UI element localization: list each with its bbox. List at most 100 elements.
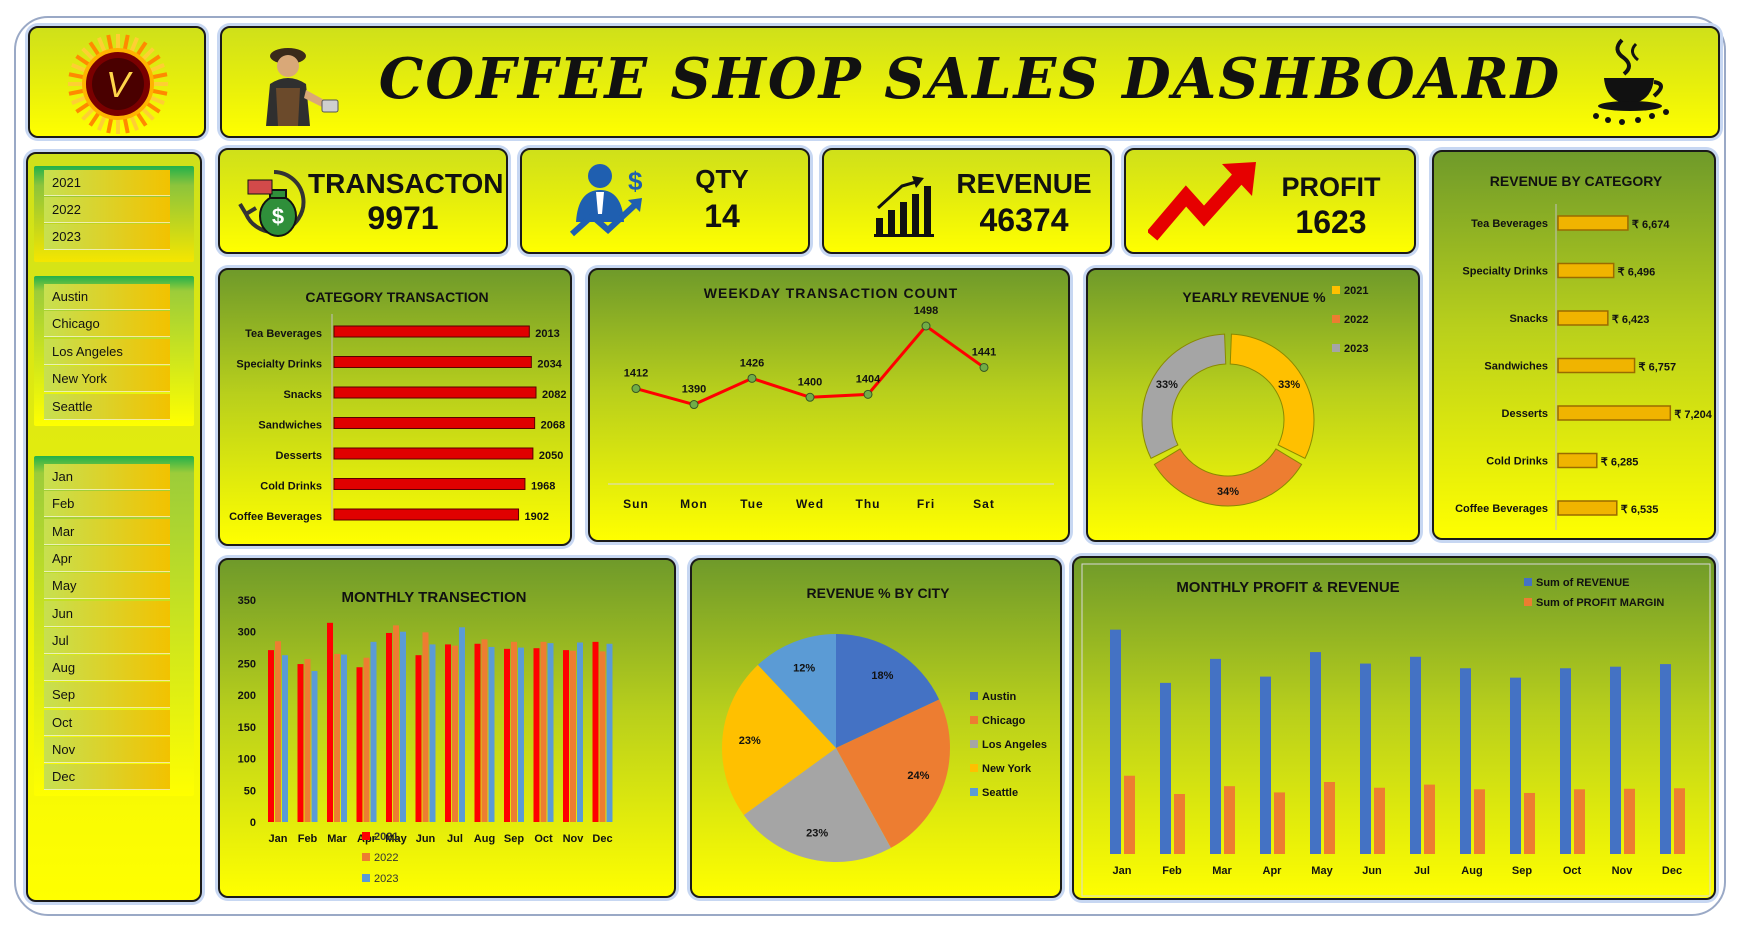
- data-label: 23%: [739, 735, 761, 747]
- data-label: 1902: [525, 511, 549, 523]
- bar: [311, 671, 318, 822]
- bar: [599, 651, 606, 822]
- legend-swatch: [970, 740, 978, 748]
- bar: [1510, 677, 1521, 854]
- slicer-city-new-york[interactable]: New York: [44, 366, 170, 393]
- bar: [1360, 663, 1371, 854]
- bar: [333, 508, 520, 521]
- x-tick-label: Dec: [1662, 865, 1682, 877]
- bar: [1557, 310, 1609, 326]
- data-label: 2082: [542, 389, 566, 401]
- x-tick-label: Mar: [1212, 865, 1232, 877]
- bar: [1374, 787, 1385, 854]
- bar: [422, 632, 429, 822]
- legend-label: 2023: [1344, 343, 1368, 355]
- category-label: Desserts: [276, 450, 322, 462]
- legend-swatch: [1332, 344, 1340, 352]
- weekday-transaction-panel: WEEKDAY TRANSACTION COUNT 1412 Sun 1390 Mon 1…: [588, 268, 1070, 542]
- bar: [282, 655, 288, 822]
- bar: [563, 650, 569, 822]
- slicer-month-jun[interactable]: Jun: [44, 600, 170, 627]
- slicer-month-dec[interactable]: Dec: [44, 764, 170, 791]
- category-label: Cold Drinks: [260, 481, 322, 493]
- slicer-year-2021[interactable]: 2021: [44, 170, 170, 196]
- x-tick-label: Sun: [623, 497, 649, 511]
- slicer-city-austin[interactable]: Austin: [44, 284, 170, 310]
- bar: [1624, 788, 1635, 854]
- x-tick-label: Sep: [1512, 865, 1532, 877]
- category-label: Tea Beverages: [1471, 218, 1548, 230]
- slicer-month-mar[interactable]: Mar: [44, 518, 170, 545]
- slicer-month-oct[interactable]: Oct: [44, 709, 170, 736]
- bar: [570, 650, 576, 822]
- data-label: 1390: [682, 384, 706, 396]
- chart-title: CATEGORY TRANSACTION: [305, 289, 488, 305]
- data-label: ₹ 6,674: [1632, 219, 1670, 231]
- data-label: 2034: [537, 359, 562, 371]
- y-tick-label: 100: [238, 754, 256, 766]
- bar: [341, 654, 347, 822]
- bar: [1124, 775, 1135, 854]
- x-tick-label: Tue: [740, 497, 763, 511]
- slicer-year-2023[interactable]: 2023: [44, 224, 170, 250]
- legend-label: Seattle: [982, 787, 1018, 799]
- slicer-city-seattle[interactable]: Seattle: [44, 393, 170, 420]
- bar: [356, 667, 363, 822]
- bar: [481, 639, 488, 822]
- kpi-transaction-value: 9971: [367, 200, 439, 236]
- data-label: 1426: [740, 357, 764, 369]
- slicer-month-feb[interactable]: Feb: [44, 491, 170, 518]
- bar: [333, 386, 537, 399]
- legend-swatch: [970, 788, 978, 796]
- x-tick-label: Jul: [1414, 865, 1430, 877]
- x-tick-label: Jan: [1113, 865, 1132, 877]
- legend-swatch: [362, 874, 370, 882]
- y-tick-label: 200: [238, 690, 256, 702]
- data-point: [863, 389, 873, 399]
- bar: [547, 643, 554, 822]
- x-tick-label: Jul: [447, 833, 463, 845]
- legend-label: 2021: [1344, 285, 1368, 297]
- chart-title: YEARLY REVENUE %: [1182, 289, 1326, 305]
- data-point: [921, 321, 931, 331]
- y-tick-label: 350: [238, 595, 256, 607]
- x-tick-label: Sat: [973, 497, 995, 511]
- bar: [511, 641, 517, 822]
- x-tick-label: Nov: [563, 833, 585, 845]
- category-label: Snacks: [283, 389, 322, 401]
- bar: [1560, 668, 1571, 854]
- bar: [533, 648, 540, 822]
- slicer-month-apr[interactable]: Apr: [44, 545, 170, 572]
- x-tick-label: Feb: [298, 833, 318, 845]
- revenue-by-category-panel: REVENUE BY CATEGORY Tea Beverages ₹ 6,674 S…: [1432, 150, 1716, 540]
- category-label: Desserts: [1502, 408, 1548, 420]
- slicer-month-aug[interactable]: Aug: [44, 655, 170, 682]
- y-tick-label: 0: [250, 817, 256, 829]
- data-label: 12%: [793, 662, 815, 674]
- legend-label: 2022: [1344, 314, 1368, 326]
- bar: [1524, 792, 1535, 854]
- revenue-by-city-panel: REVENUE % BY CITY 18% 24% 23% 23% 12% Austin Ch…: [690, 558, 1062, 898]
- category-label: Coffee Beverages: [1455, 503, 1548, 515]
- legend-label: Sum of PROFIT MARGIN: [1536, 597, 1664, 609]
- category-label: Snacks: [1509, 313, 1548, 325]
- slicer-year-2022[interactable]: 2022: [44, 197, 170, 223]
- category-transaction-panel: CATEGORY TRANSACTION Tea Beverages 2013 Spe…: [218, 268, 572, 546]
- bar: [606, 643, 613, 822]
- slicer-month-jul[interactable]: Jul: [44, 627, 170, 654]
- bar: [1557, 500, 1618, 516]
- slicer-month-nov[interactable]: Nov: [44, 737, 170, 763]
- city-slicer: Austin Chicago Los Angeles New York Seattle: [34, 276, 194, 426]
- slicer-city-los-angeles[interactable]: Los Angeles: [44, 338, 170, 365]
- bar: [504, 648, 510, 822]
- slicer-month-jan[interactable]: Jan: [44, 464, 170, 490]
- data-label: 2013: [535, 328, 559, 340]
- x-tick-label: May: [1311, 865, 1333, 877]
- category-label: Sandwiches: [258, 420, 322, 432]
- legend-label: 2021: [374, 831, 398, 843]
- slicer-city-chicago[interactable]: Chicago: [44, 311, 170, 338]
- x-tick-label: Mar: [327, 833, 347, 845]
- legend-label: Austin: [982, 691, 1017, 703]
- slicer-month-may[interactable]: May: [44, 573, 170, 600]
- slicer-month-sep[interactable]: Sep: [44, 682, 170, 709]
